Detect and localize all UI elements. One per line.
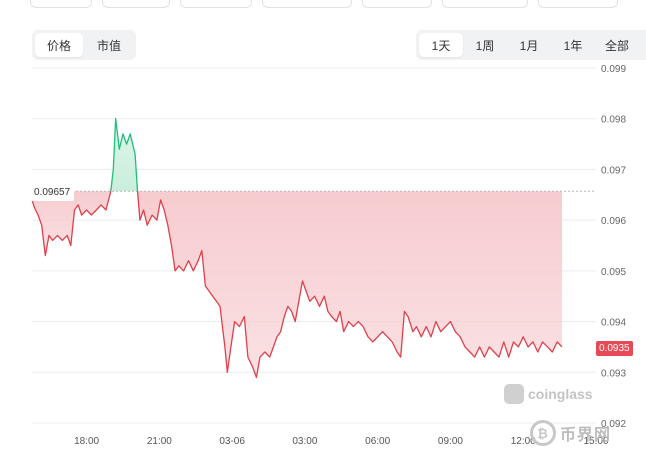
y-tick-label: 0.099 — [601, 64, 626, 75]
x-axis: 18:00 21:00 03-06 03:00 06:00 09:00 12:00 15:00 — [74, 436, 609, 447]
y-tick-label: 0.093 — [601, 368, 626, 379]
coinglass-watermark: coinglass — [504, 384, 593, 404]
open-price-label: 0.09657 — [30, 185, 75, 201]
area-fill-down — [137, 191, 562, 378]
y-tick-label: 0.096 — [601, 216, 626, 227]
corner-watermark: ₿ 币界网 — [530, 420, 611, 446]
x-tick-label: 09:00 — [438, 436, 463, 447]
x-tick-label: 21:00 — [147, 436, 172, 447]
y-tick-label: 0.097 — [601, 165, 626, 176]
last-price-label: 0.0935 — [596, 341, 633, 356]
y-tick-label: 0.095 — [601, 267, 626, 278]
y-axis: 0.0990.0980.0970.0960.0950.0940.0930.092 — [601, 64, 626, 430]
chart-area-fills — [32, 118, 562, 378]
x-tick-label: 03-06 — [219, 436, 245, 447]
y-tick-label: 0.094 — [601, 318, 626, 329]
x-tick-label: 06:00 — [365, 436, 390, 447]
x-tick-label: 18:00 — [74, 436, 99, 447]
bitcoin-coin-icon: ₿ — [530, 420, 556, 446]
corner-watermark-text: 币界网 — [560, 427, 612, 444]
x-tick-label: 03:00 — [292, 436, 317, 447]
y-tick-label: 0.098 — [601, 115, 626, 126]
coinglass-logo-icon — [504, 384, 524, 404]
watermark-text: coinglass — [528, 386, 593, 402]
